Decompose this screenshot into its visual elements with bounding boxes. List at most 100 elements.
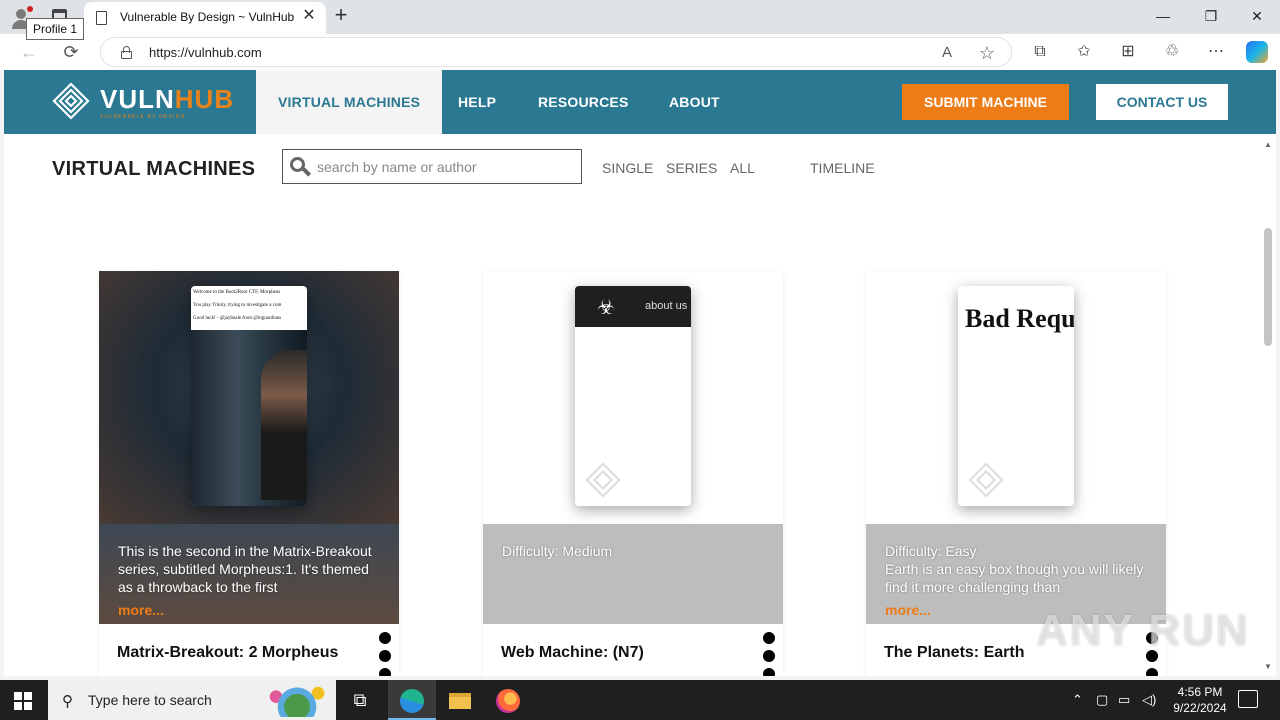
page-title: VIRTUAL MACHINES — [52, 158, 256, 180]
vm-difficulty: Difficulty: Medium — [502, 543, 613, 559]
filter-single[interactable]: SINGLE — [602, 160, 653, 176]
logo-tagline: VULNERABLE BY DESIGN — [100, 114, 186, 120]
firefox-taskbar-icon[interactable] — [484, 680, 532, 720]
notification-center-icon[interactable] — [1238, 690, 1258, 708]
more-link[interactable]: more... — [885, 602, 931, 618]
vm-card-thumbnail-area: ☣ about us — [483, 271, 783, 524]
task-view-icon[interactable]: ⧉ — [336, 680, 384, 720]
new-tab-button[interactable]: + — [330, 4, 352, 27]
thumb-text-line: You play Trinity, trying to investigate … — [193, 303, 282, 308]
filter-all[interactable]: ALL — [730, 160, 755, 176]
copilot-icon[interactable] — [1246, 41, 1268, 63]
vm-title[interactable]: Matrix-Breakout: 2 Morpheus — [117, 644, 338, 662]
notification-dot — [27, 6, 33, 12]
read-aloud-icon[interactable]: A — [937, 43, 957, 63]
anyrun-watermark: ANY RUN — [1036, 606, 1250, 655]
more-link[interactable]: more... — [118, 602, 164, 618]
vm-card-thumbnail-area: Bad Requ — [866, 271, 1166, 524]
vulnhub-logo[interactable]: VULNHUB VULNERABLE BY DESIGN — [50, 80, 233, 124]
nav-about[interactable]: ABOUT — [647, 70, 742, 134]
address-bar[interactable]: https://vulnhub.com A ☆ — [100, 37, 1012, 67]
restore-button[interactable]: ❐ — [1188, 0, 1234, 32]
network-icon[interactable]: ▭ — [1118, 692, 1130, 708]
clock-date: 9/22/2024 — [1173, 701, 1227, 715]
refresh-button[interactable]: ⟳ — [58, 39, 84, 65]
minimize-button[interactable]: — — [1140, 0, 1186, 32]
close-window-button[interactable]: ✕ — [1234, 0, 1280, 32]
edge-taskbar-icon[interactable] — [388, 680, 436, 720]
thumb-nav-text: about us — [645, 300, 688, 312]
filter-timeline[interactable]: TIMELINE — [810, 160, 875, 176]
favorites-icon[interactable]: ✩ — [1072, 40, 1096, 64]
collections-icon[interactable]: ⊞ — [1116, 40, 1140, 64]
start-button[interactable] — [14, 692, 32, 710]
vm-screenshot-thumbnail[interactable]: Welcome to the Boot2Root CTF, Morpheus Y… — [191, 286, 307, 506]
profile-tooltip: Profile 1 — [26, 18, 85, 40]
more-options-icon[interactable]: ⋯ — [1204, 40, 1228, 64]
vm-card-web-machine[interactable]: ☣ about us Difficulty: Medium Web Machin… — [483, 271, 783, 676]
url-text[interactable]: https://vulnhub.com — [149, 45, 262, 60]
search-icon — [290, 157, 312, 177]
search-icon: ⚲ — [62, 693, 73, 710]
vm-search-box[interactable] — [282, 149, 582, 184]
page-scrollbar[interactable]: ▲ ▼ — [1260, 140, 1276, 676]
page-icon — [96, 11, 107, 25]
nav-virtual-machines[interactable]: VIRTUAL MACHINES — [256, 70, 443, 134]
vm-card-thumbnail-area: Welcome to the Boot2Root CTF, Morpheus Y… — [99, 271, 399, 524]
back-button[interactable]: ← — [16, 39, 42, 65]
submit-machine-button[interactable]: SUBMIT MACHINE — [902, 84, 1069, 120]
vm-screenshot-thumbnail[interactable]: ☣ about us — [575, 286, 691, 506]
thumb-text-line: Good luck! - @jaybeale from @inguardians — [193, 316, 282, 321]
thumb-text-line: Welcome to the Boot2Root CTF, Morpheus — [193, 290, 281, 295]
logo-word-hub: HUB — [174, 84, 235, 114]
tab-close-button[interactable]: ✕ — [300, 7, 318, 25]
nav-help[interactable]: HELP — [436, 70, 518, 134]
vm-difficulty: Difficulty: Easy — [885, 543, 977, 559]
logo-wordmark: VULNHUB — [100, 84, 234, 115]
favorite-star-icon[interactable]: ☆ — [977, 43, 997, 63]
taskbar-search-placeholder: Type here to search — [88, 692, 212, 708]
vulnhub-watermark-icon — [968, 462, 1004, 498]
vm-title[interactable]: Web Machine: (N7) — [501, 644, 644, 662]
vm-description: This is the second in the Matrix-Breakou… — [118, 543, 372, 595]
volume-icon[interactable]: ◁) — [1142, 692, 1156, 708]
logo-word-vuln: VULN — [100, 84, 175, 114]
extensions-icon[interactable]: ♲ — [1160, 40, 1184, 64]
contact-us-button[interactable]: CONTACT US — [1096, 84, 1228, 120]
scroll-up-arrow-icon[interactable]: ▲ — [1264, 140, 1272, 149]
scroll-down-arrow-icon[interactable]: ▼ — [1264, 662, 1272, 671]
card-menu-dots[interactable] — [379, 632, 392, 676]
browser-tab[interactable]: Vulnerable By Design ~ VulnHub ✕ — [84, 2, 326, 34]
search-highlight-image — [262, 683, 332, 717]
vm-description: Earth is an easy box though you will lik… — [885, 561, 1144, 595]
vulnhub-watermark-icon — [585, 462, 621, 498]
vm-screenshot-thumbnail[interactable]: Bad Requ — [958, 286, 1074, 506]
vm-search-input[interactable] — [317, 156, 573, 178]
taskbar-clock[interactable]: 4:56 PM 9/22/2024 — [1162, 684, 1238, 716]
thumb-heading: Bad Requ — [965, 304, 1074, 333]
vm-title[interactable]: The Planets: Earth — [884, 644, 1024, 662]
tray-device-icon[interactable]: ▢ — [1096, 692, 1108, 708]
taskbar-search-box[interactable]: ⚲ Type here to search — [48, 680, 336, 720]
biohazard-icon: ☣ — [597, 297, 615, 319]
windows-taskbar: ⚲ Type here to search ⧉ ⌃ ▢ ▭ ◁) 4:56 PM… — [0, 680, 1280, 720]
file-explorer-taskbar-icon[interactable] — [436, 680, 484, 720]
card-menu-dots[interactable] — [763, 632, 776, 676]
lock-icon — [121, 46, 132, 59]
filter-series[interactable]: SERIES — [666, 160, 717, 176]
browser-toolbar: ← ⟳ https://vulnhub.com A ☆ ⧉ ✩ ⊞ ♲ ⋯ — [0, 34, 1280, 70]
vulnhub-logo-icon — [52, 82, 90, 120]
scrollbar-thumb[interactable] — [1264, 228, 1272, 346]
vm-card-matrix-breakout[interactable]: Welcome to the Boot2Root CTF, Morpheus Y… — [99, 271, 399, 676]
vm-card-title-area: Web Machine: (N7) — [483, 624, 783, 676]
vm-card-description-area: Difficulty: Medium — [483, 524, 783, 624]
site-header: VULNHUB VULNERABLE BY DESIGN VIRTUAL MAC… — [4, 70, 1276, 134]
tray-overflow-icon[interactable]: ⌃ — [1072, 692, 1083, 708]
vm-card-description-area: This is the second in the Matrix-Breakou… — [99, 524, 399, 624]
tab-title: Vulnerable By Design ~ VulnHub — [120, 10, 295, 24]
split-screen-icon[interactable]: ⧉ — [1028, 40, 1052, 64]
page-viewport: VULNHUB VULNERABLE BY DESIGN VIRTUAL MAC… — [4, 70, 1276, 676]
browser-titlebar: Profile 1 Vulnerable By Design ~ VulnHub… — [0, 0, 1280, 40]
vm-card-title-area: Matrix-Breakout: 2 Morpheus — [99, 624, 399, 676]
nav-resources[interactable]: RESOURCES — [516, 70, 650, 134]
